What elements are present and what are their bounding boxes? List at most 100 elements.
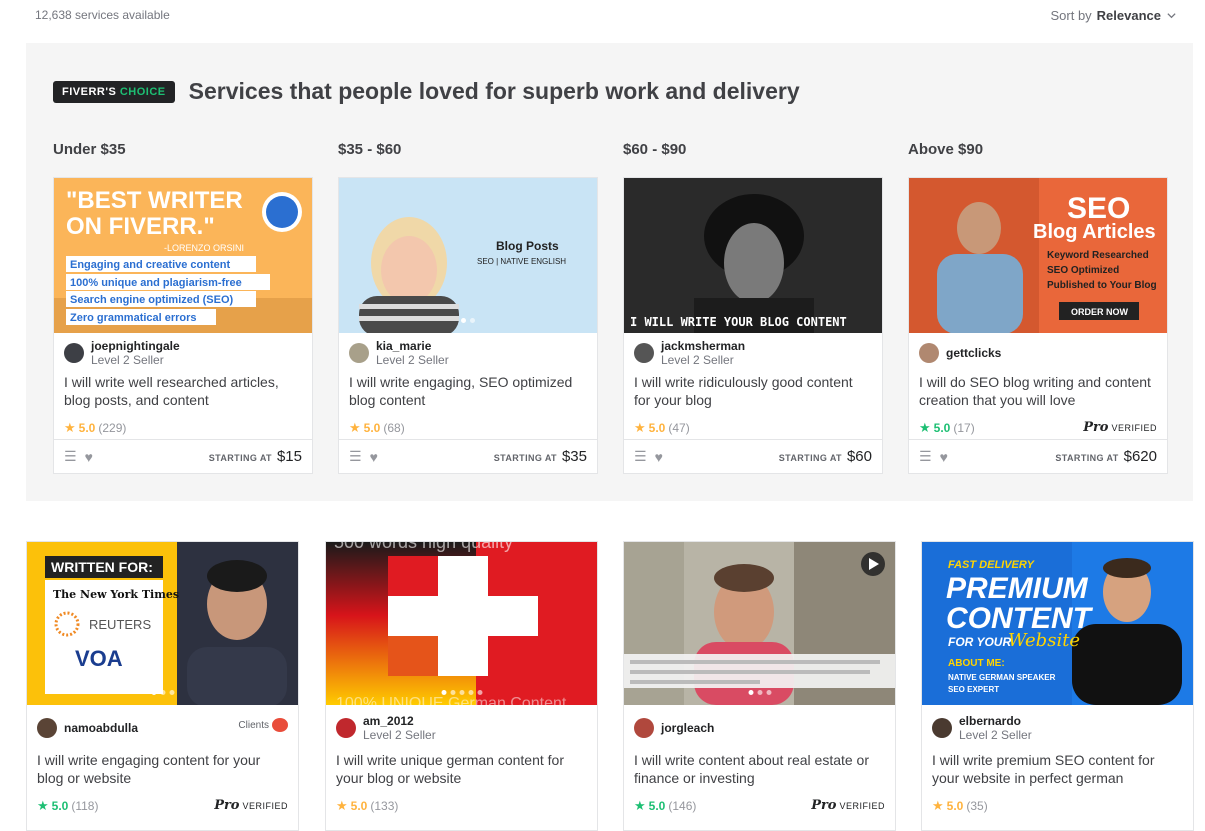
gig-title[interactable]: I will write ridiculously good content f… <box>624 373 882 417</box>
seller-level: Level 2 Seller <box>376 353 449 367</box>
avatar[interactable] <box>634 343 654 363</box>
sort-dropdown[interactable]: Sort by Relevance <box>1050 8 1177 23</box>
heart-icon[interactable]: ♥ <box>85 449 93 465</box>
seller-name[interactable]: joepnightingale <box>91 339 180 353</box>
chevron-down-icon <box>1167 13 1176 19</box>
gig-card[interactable]: Blog Posts SEO | NATIVE ENGLISH kia_mari… <box>338 177 598 474</box>
starting-at-label: STARTING AT <box>778 453 842 463</box>
client-logo-icon <box>272 718 288 732</box>
clients-badge[interactable]: Clients <box>238 718 288 732</box>
seller-name[interactable]: jorgleach <box>661 721 714 735</box>
fiverrs-choice-badge: FIVERR'S CHOICE <box>53 80 175 103</box>
pro-verified-badge: Pro VERIFIED <box>214 798 288 813</box>
list-icon[interactable]: ☰ <box>64 448 77 465</box>
price-value: $15 <box>276 448 302 465</box>
star-icon: ★ <box>336 798 348 813</box>
list-icon[interactable]: ☰ <box>634 448 647 465</box>
carousel-dots[interactable] <box>461 318 475 323</box>
avatar[interactable] <box>349 343 369 363</box>
svg-text:FAST DELIVERY: FAST DELIVERY <box>948 559 1036 571</box>
gig-price[interactable]: STARTING AT $35 <box>494 448 587 465</box>
svg-text:-LORENZO ORSINI: -LORENZO ORSINI <box>164 243 244 253</box>
column-label: $35 - $60 <box>338 141 402 158</box>
gig-rating: ★ 5.0 (47) <box>624 417 882 439</box>
pro-verified-badge: Pro VERIFIED <box>811 798 885 813</box>
gig-title[interactable]: I will write well researched articles, b… <box>54 373 312 417</box>
rating-value: 5.0 <box>78 421 96 435</box>
gig-card[interactable]: "BEST WRITER ON FIVERR." -LORENZO ORSINI… <box>53 177 313 474</box>
gig-rating: ★ 5.0 (146) Pro VERIFIED <box>624 795 895 817</box>
seller-level: Level 2 Seller <box>661 353 734 367</box>
gig-thumbnail[interactable]: "BEST WRITER ON FIVERR." -LORENZO ORSINI… <box>54 178 312 333</box>
seller-name[interactable]: am_2012 <box>363 714 436 728</box>
svg-text:The New York Times: The New York Times <box>53 588 179 601</box>
seller-level: Level 2 Seller <box>91 353 164 367</box>
svg-text:ON FIVERR.": ON FIVERR." <box>66 213 215 240</box>
svg-text:SEO | NATIVE ENGLISH: SEO | NATIVE ENGLISH <box>477 257 566 266</box>
rating-count: (133) <box>370 799 399 813</box>
avatar[interactable] <box>64 343 84 363</box>
gig-thumbnail[interactable]: 500 words high quality 100% UNIQUE Germa… <box>326 542 597 705</box>
seller-name[interactable]: gettclicks <box>946 346 1001 360</box>
gig-thumbnail[interactable] <box>624 542 895 705</box>
gig-rating: ★ 5.0 (35) <box>922 795 1193 817</box>
gig-title[interactable]: I will do SEO blog writing and content c… <box>909 373 1167 417</box>
gig-thumbnail[interactable]: SEO Blog Articles Keyword Researched SEO… <box>909 178 1167 333</box>
seller-name[interactable]: namoabdulla <box>64 721 138 735</box>
seller-name[interactable]: kia_marie <box>376 339 449 353</box>
section-title: Services that people loved for superb wo… <box>188 78 800 104</box>
avatar[interactable] <box>336 718 356 738</box>
gig-card[interactable]: 500 words high quality 100% UNIQUE Germa… <box>325 541 598 831</box>
gig-thumbnail[interactable]: FAST DELIVERY PREMIUM CONTENT FOR YOUR W… <box>922 542 1193 705</box>
svg-text:ORDER NOW: ORDER NOW <box>1071 307 1129 317</box>
heart-icon[interactable]: ♥ <box>370 449 378 465</box>
list-icon[interactable]: ☰ <box>919 448 932 465</box>
gig-footer: ☰ ♥ STARTING AT $15 <box>54 439 312 473</box>
heart-icon[interactable]: ♥ <box>655 449 663 465</box>
svg-text:Published to Your Blog: Published to Your Blog <box>1047 280 1157 291</box>
gig-rating: ★ 5.0 (118) Pro VERIFIED <box>27 795 298 817</box>
gig-card[interactable]: WRITTEN FOR: The New York Times REUTERS … <box>26 541 299 831</box>
carousel-dots[interactable] <box>748 690 771 695</box>
heart-icon[interactable]: ♥ <box>940 449 948 465</box>
gig-title[interactable]: I will write engaging, SEO optimized blo… <box>339 373 597 417</box>
seller-name[interactable]: elbernardo <box>959 714 1032 728</box>
avatar[interactable] <box>634 718 654 738</box>
gig-price[interactable]: STARTING AT $60 <box>779 448 872 465</box>
rating-value: 5.0 <box>51 799 69 813</box>
gig-title[interactable]: I will write unique german content for y… <box>326 751 597 795</box>
star-icon: ★ <box>919 420 931 435</box>
column-label: Above $90 <box>908 141 984 158</box>
gig-card[interactable]: FAST DELIVERY PREMIUM CONTENT FOR YOUR W… <box>921 541 1194 831</box>
price-column-under-35: Under $35 "BEST WRITER ON FIVERR." -LORE… <box>53 141 313 474</box>
list-icon[interactable]: ☰ <box>349 448 362 465</box>
starting-at-label: STARTING AT <box>208 453 272 463</box>
gig-title[interactable]: I will write content about real estate o… <box>624 751 895 795</box>
gig-price[interactable]: STARTING AT $620 <box>1055 448 1157 465</box>
carousel-dots[interactable] <box>151 690 174 695</box>
seller-level: Level 2 Seller <box>959 728 1032 742</box>
gig-title[interactable]: I will write premium SEO content for you… <box>922 751 1193 795</box>
avatar[interactable] <box>932 718 952 738</box>
carousel-dots[interactable] <box>441 690 482 695</box>
svg-text:500 words high quality: 500 words high quality <box>334 542 513 552</box>
gig-thumbnail[interactable]: I WILL WRITE YOUR BLOG CONTENT <box>624 178 882 333</box>
gig-thumbnail[interactable]: Blog Posts SEO | NATIVE ENGLISH <box>339 178 597 333</box>
rating-value: 5.0 <box>946 799 964 813</box>
gig-card[interactable]: I WILL WRITE YOUR BLOG CONTENT jackmsher… <box>623 177 883 474</box>
gig-title[interactable]: I will write engaging content for your b… <box>27 751 298 795</box>
rating-count: (35) <box>966 799 988 813</box>
svg-text:WRITTEN FOR:: WRITTEN FOR: <box>51 559 153 575</box>
gig-card[interactable]: jorgleach I will write content about rea… <box>623 541 896 831</box>
gig-price[interactable]: STARTING AT $15 <box>209 448 302 465</box>
services-count: 12,638 services available <box>35 8 170 22</box>
avatar[interactable] <box>919 343 939 363</box>
star-icon: ★ <box>932 798 944 813</box>
svg-text:"BEST WRITER: "BEST WRITER <box>66 187 243 214</box>
seller-info: namoabdulla Clients <box>27 705 298 751</box>
seller-name[interactable]: jackmsherman <box>661 339 745 353</box>
gig-card[interactable]: SEO Blog Articles Keyword Researched SEO… <box>908 177 1168 474</box>
avatar[interactable] <box>37 718 57 738</box>
gig-thumbnail[interactable]: WRITTEN FOR: The New York Times REUTERS … <box>27 542 298 705</box>
rating-value: 5.0 <box>350 799 368 813</box>
